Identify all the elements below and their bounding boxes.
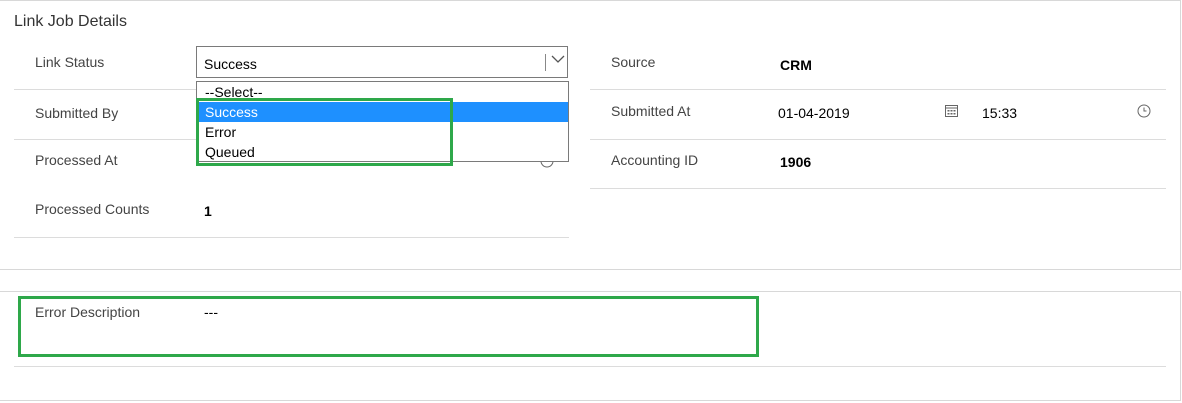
processed-counts-label: Processed Counts [35,201,150,217]
source-label: Source [611,54,656,70]
section-title: Link Job Details [14,13,127,30]
submitted-at-label: Submitted At [611,103,691,119]
accounting-id-value: 1906 [780,154,812,170]
select-divider [545,54,546,71]
options-highlight-box [196,98,453,166]
submitted-by-label: Submitted By [35,105,119,121]
error-description-panel: Error Description --- [0,291,1181,401]
link-status-value: Success [204,56,257,72]
row-divider [14,366,1166,367]
clock-icon[interactable] [1137,104,1151,118]
submitted-at-time[interactable]: 15:33 [982,105,1017,121]
accounting-id-label: Accounting ID [611,152,699,168]
row-divider [590,89,1166,90]
submitted-at-date[interactable]: 01-04-2019 [778,105,850,121]
row-divider [590,188,1166,189]
calendar-icon[interactable] [944,103,959,118]
processed-counts-value: 1 [204,203,212,219]
row-divider [14,237,569,238]
chevron-down-icon[interactable] [550,51,566,67]
processed-at-label: Processed At [35,152,118,168]
link-status-label: Link Status [35,54,105,70]
source-value: CRM [780,57,812,73]
link-job-details-panel: Link Job Details Link Status Success Sou… [0,0,1181,270]
row-divider [590,139,1166,140]
link-status-select[interactable]: Success [196,46,568,78]
error-highlight-box [18,296,759,357]
